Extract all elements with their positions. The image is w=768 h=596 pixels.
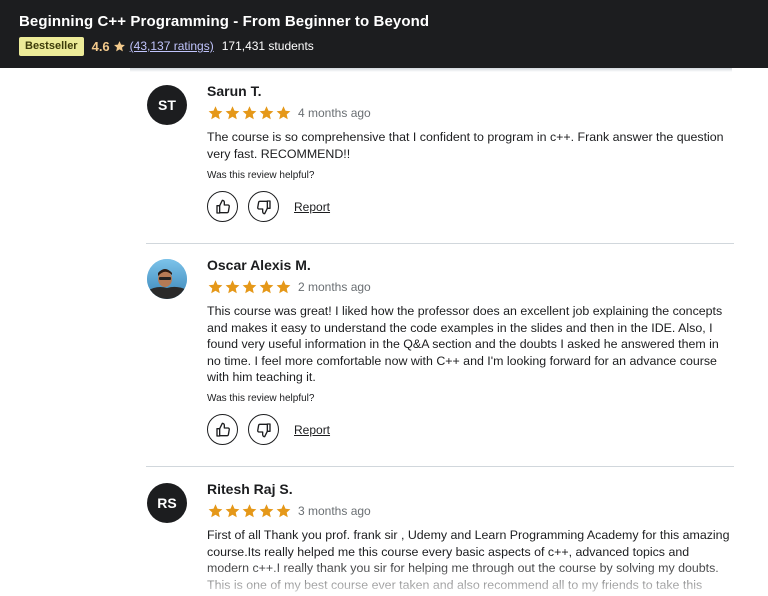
review-date: 3 months ago [298,504,371,518]
thumbs-up-button[interactable] [207,191,238,222]
star-icon [276,504,291,518]
star-rating [207,105,292,121]
star-icon [259,106,274,120]
star-icon [242,280,257,294]
review-date: 4 months ago [298,106,371,120]
reviewer-name: Ritesh Raj S. [207,481,293,497]
review-divider [146,466,734,467]
avatar: RS [147,483,187,523]
star-icon [208,106,223,120]
avatar [147,259,187,299]
review-text: First of all Thank you prof. frank sir ,… [207,528,730,592]
star-icon [208,280,223,294]
star-icon [225,280,240,294]
star-icon [225,504,240,518]
avatar: ST [147,85,187,125]
avatar-photo [147,259,187,299]
report-link[interactable]: Report [294,423,330,437]
thumbs-down-button[interactable] [248,191,279,222]
thumbs-up-button[interactable] [207,414,238,445]
star-icon [276,106,291,120]
star-icon [208,504,223,518]
thumbs-up-icon [215,199,230,214]
helpful-prompt: Was this review helpful? [207,393,315,404]
thumbs-down-icon [256,199,271,214]
avatar-initials: ST [158,97,176,113]
report-link[interactable]: Report [294,200,330,214]
reviewer-name: Sarun T. [207,83,262,99]
review-text: The course is so comprehensive that I co… [207,130,724,161]
review-date: 2 months ago [298,280,371,294]
helpful-prompt: Was this review helpful? [207,170,315,181]
reviews-list: ST Sarun T. 4 months ago The course is s… [0,0,768,596]
star-icon [259,280,274,294]
thumbs-down-icon [256,422,271,437]
star-icon [259,504,274,518]
star-icon [276,280,291,294]
star-rating [207,279,292,295]
star-icon [242,504,257,518]
thumbs-up-icon [215,422,230,437]
review-text: This course was great! I liked how the p… [207,304,723,384]
star-icon [242,106,257,120]
star-rating [207,503,292,519]
thumbs-down-button[interactable] [248,414,279,445]
review-divider [146,243,734,244]
star-icon [225,106,240,120]
reviewer-name: Oscar Alexis M. [207,257,311,273]
avatar-initials: RS [157,495,177,511]
